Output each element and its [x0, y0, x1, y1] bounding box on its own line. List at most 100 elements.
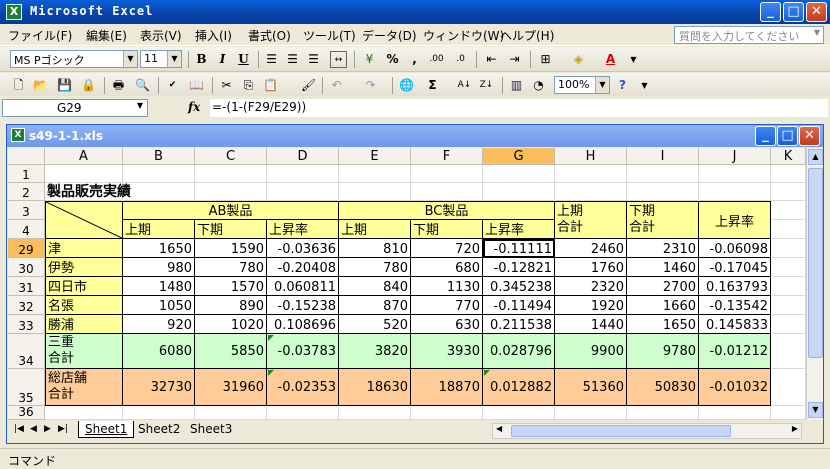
- spreadsheet-grid[interactable]: A B C D E F G H I J K 1 2 3 4 29 30 31 32 33 34 35 36 製品販売実績 AB製…: [8, 148, 823, 420]
- underline-button[interactable]: U: [235, 51, 252, 68]
- undo-icon[interactable]: ↶: [328, 77, 345, 94]
- row-header-35[interactable]: 35: [8, 369, 45, 406]
- mie-total-value-cell[interactable]: 9780: [627, 334, 699, 369]
- menu-data[interactable]: データ(D): [362, 27, 417, 44]
- menu-format[interactable]: 書式(O): [248, 27, 291, 44]
- value-cell[interactable]: 520: [339, 315, 411, 334]
- mie-total-value-cell[interactable]: -0.01212: [699, 334, 771, 369]
- menu-tools[interactable]: ツール(T): [303, 27, 356, 44]
- fill-color-icon[interactable]: ◈: [570, 51, 587, 68]
- workbook-maximize-button[interactable]: □: [777, 126, 798, 146]
- value-cell[interactable]: -0.15238: [267, 296, 339, 315]
- percent-button[interactable]: %: [384, 51, 401, 68]
- header-rise-rate[interactable]: 上昇率: [483, 220, 555, 239]
- value-cell[interactable]: 840: [339, 277, 411, 296]
- mie-total-value-cell[interactable]: 3930: [411, 334, 483, 369]
- column-header-a[interactable]: A: [45, 148, 123, 165]
- header-second-half[interactable]: 下期: [195, 220, 267, 239]
- font-color-icon[interactable]: A: [602, 51, 619, 68]
- value-cell[interactable]: -0.06098: [699, 239, 771, 258]
- column-header-h[interactable]: H: [555, 148, 627, 165]
- column-header-j[interactable]: J: [699, 148, 771, 165]
- chart-wizard-icon[interactable]: ▥: [508, 77, 525, 94]
- align-right-icon[interactable]: ☰: [305, 51, 322, 68]
- store-name-cell[interactable]: 勝浦: [45, 315, 123, 334]
- value-cell[interactable]: 2700: [627, 277, 699, 296]
- increase-decimal-button[interactable]: .00: [428, 51, 445, 68]
- value-cell[interactable]: 0.145833: [699, 315, 771, 334]
- value-cell[interactable]: 630: [411, 315, 483, 334]
- value-cell[interactable]: -0.11494: [483, 296, 555, 315]
- mie-total-value-cell[interactable]: -0.03783: [267, 334, 339, 369]
- align-center-icon[interactable]: ☰: [284, 51, 301, 68]
- new-file-icon[interactable]: 🗋: [10, 77, 27, 94]
- menu-window[interactable]: ウィンドウ(W): [423, 27, 504, 44]
- menu-view[interactable]: 表示(V): [140, 27, 182, 44]
- value-cell[interactable]: 1570: [195, 277, 267, 296]
- value-cell[interactable]: -0.20408: [267, 258, 339, 277]
- scroll-up-icon[interactable]: ▲: [808, 149, 823, 165]
- chevron-down-icon[interactable]: ▼: [625, 51, 642, 68]
- column-header-c[interactable]: C: [195, 148, 267, 165]
- align-left-icon[interactable]: ☰: [263, 51, 280, 68]
- insert-function-button[interactable]: fx: [188, 100, 200, 114]
- redo-icon[interactable]: ↷: [362, 77, 379, 94]
- all-total-value-cell[interactable]: 51360: [555, 369, 627, 406]
- zoom-select[interactable]: 100% ▼: [554, 76, 610, 94]
- all-total-value-cell[interactable]: 0.012882: [483, 369, 555, 406]
- hyperlink-icon[interactable]: 🌐: [398, 77, 415, 94]
- help-icon[interactable]: ?: [614, 77, 631, 94]
- mie-total-value-cell[interactable]: 0.028796: [483, 334, 555, 369]
- all-total-value-cell[interactable]: 18870: [411, 369, 483, 406]
- header-first-total[interactable]: 上期 合計: [555, 201, 627, 239]
- all-total-value-cell[interactable]: -0.02353: [267, 369, 339, 406]
- value-cell[interactable]: 720: [411, 239, 483, 258]
- value-cell[interactable]: 0.163793: [699, 277, 771, 296]
- menu-edit[interactable]: 編集(E): [86, 27, 127, 44]
- workbook-close-button[interactable]: ✕: [799, 126, 820, 146]
- value-cell[interactable]: -0.13542: [699, 296, 771, 315]
- menu-help[interactable]: ヘルプ(H): [500, 27, 554, 44]
- next-sheet-icon[interactable]: ▶: [44, 424, 51, 434]
- vertical-scrollbar[interactable]: ▲ ▼: [806, 148, 823, 420]
- borders-icon[interactable]: ⊞: [537, 51, 554, 68]
- chevron-down-icon[interactable]: ▼: [134, 101, 146, 110]
- store-name-cell[interactable]: 津: [45, 239, 123, 258]
- column-header-b[interactable]: B: [123, 148, 195, 165]
- vertical-scroll-thumb[interactable]: [808, 168, 823, 358]
- permission-icon[interactable]: 🔒: [80, 77, 97, 94]
- chevron-down-icon[interactable]: ▼: [123, 51, 137, 67]
- value-cell[interactable]: 2460: [555, 239, 627, 258]
- scroll-left-icon[interactable]: ◀: [496, 424, 502, 433]
- header-rise-rate[interactable]: 上昇率: [267, 220, 339, 239]
- column-header-f[interactable]: F: [411, 148, 483, 165]
- value-cell[interactable]: 0.060811: [267, 277, 339, 296]
- print-icon[interactable]: 🖶: [110, 77, 127, 94]
- value-cell[interactable]: -0.03636: [267, 239, 339, 258]
- decrease-decimal-button[interactable]: .0: [452, 51, 469, 68]
- mie-total-value-cell[interactable]: 6080: [123, 334, 195, 369]
- currency-icon[interactable]: ¥: [361, 51, 378, 68]
- mie-total-value-cell[interactable]: 9900: [555, 334, 627, 369]
- value-cell[interactable]: 870: [339, 296, 411, 315]
- row-header-32[interactable]: 32: [8, 296, 45, 315]
- value-cell[interactable]: 1440: [555, 315, 627, 334]
- value-cell[interactable]: 810: [339, 239, 411, 258]
- drawing-icon[interactable]: ◔: [530, 77, 547, 94]
- scroll-right-icon[interactable]: ▶: [792, 424, 798, 433]
- column-header-k[interactable]: K: [771, 148, 806, 165]
- italic-button[interactable]: I: [214, 51, 231, 68]
- mie-total-value-cell[interactable]: 5850: [195, 334, 267, 369]
- row-header-30[interactable]: 30: [8, 258, 45, 277]
- row-header-2[interactable]: 2: [8, 183, 45, 201]
- prev-sheet-icon[interactable]: ◀: [30, 424, 37, 434]
- value-cell[interactable]: -0.17045: [699, 258, 771, 277]
- row-header-36[interactable]: 36: [8, 405, 45, 420]
- save-icon[interactable]: 💾: [56, 77, 73, 94]
- print-preview-icon[interactable]: 🔍: [134, 77, 151, 94]
- open-folder-icon[interactable]: 📂: [32, 77, 49, 94]
- column-header-i[interactable]: I: [627, 148, 699, 165]
- all-total-value-cell[interactable]: 50830: [627, 369, 699, 406]
- format-painter-icon[interactable]: 🖌: [300, 77, 317, 94]
- row-header-31[interactable]: 31: [8, 277, 45, 296]
